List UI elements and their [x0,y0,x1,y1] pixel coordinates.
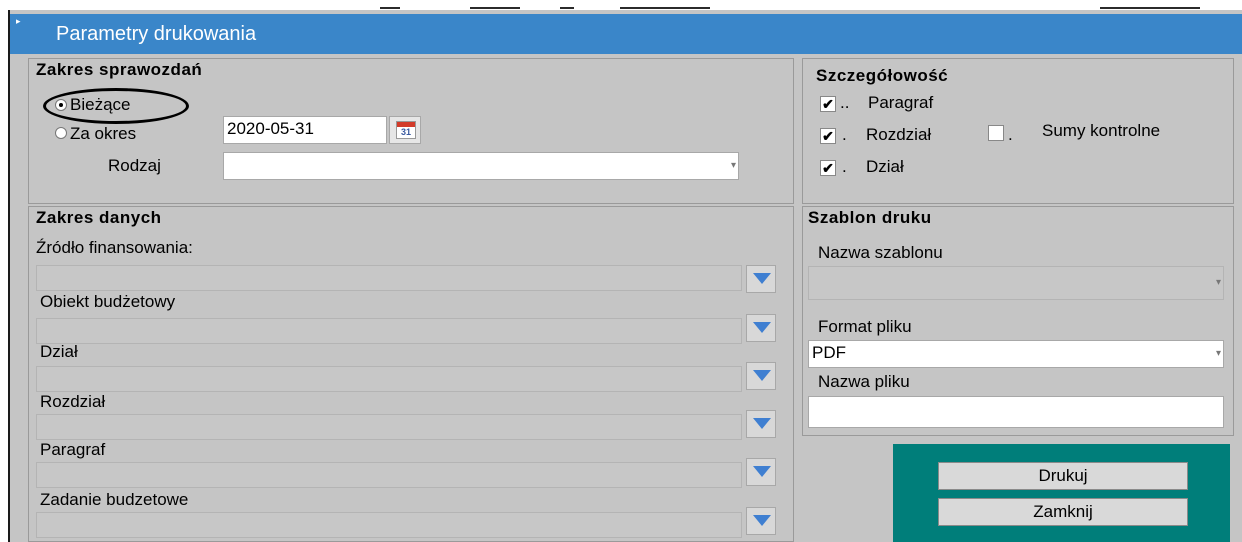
checkbox-sumy-dot: . [1008,125,1013,144]
zadanie-budzetowe-input[interactable] [36,512,742,538]
zrodlo-finansowania-dropdown[interactable] [746,265,776,293]
format-pliku-label: Format pliku [818,317,912,336]
nazwa-szablonu-combobox[interactable]: ▾ [808,266,1224,300]
paragraf-label: Paragraf [40,440,106,459]
triangle-down-icon [753,370,771,381]
checkbox-paragraf-label[interactable]: Paragraf [868,93,933,113]
date-input-value: 2020-05-31 [227,119,314,138]
paragraf-input[interactable] [36,462,742,488]
checkbox-sumy-kontrolne-label[interactable]: Sumy kontrolne [1042,121,1160,141]
checkbox-paragraf-dots: .. [840,93,850,112]
rozdzial-dropdown[interactable] [746,410,776,438]
obiekt-budzetowy-dropdown[interactable] [746,314,776,342]
szablon-druku-heading: Szablon druku [808,208,932,227]
calendar-button[interactable]: 31 [389,116,421,144]
zrodlo-finansowania-label: Źródło finansowania: [36,238,193,257]
checkbox-rozdzial-label[interactable]: Rozdział [866,125,931,145]
window-left-border [8,10,10,542]
checkbox-dzial-dot: . [842,157,847,176]
checkbox-dzial-label[interactable]: Dział [866,157,904,177]
rodzaj-label: Rodzaj [108,156,161,175]
triangle-down-icon [753,273,771,284]
format-pliku-combobox[interactable]: PDF ▾ [808,340,1224,368]
chevron-down-icon[interactable]: ▾ [731,154,736,178]
triangle-down-icon [753,466,771,477]
paragraf-dropdown[interactable] [746,458,776,486]
checkbox-rozdzial-dot: . [842,125,847,144]
title-bar[interactable]: ▸ Parametry drukowania [10,14,1242,54]
triangle-down-icon [753,515,771,526]
chevron-down-icon[interactable]: ▾ [1216,342,1221,366]
checkbox-paragraf[interactable]: ✔ [820,96,836,112]
radio-biezace-label[interactable]: Bieżące [70,95,130,115]
nazwa-pliku-input[interactable] [808,396,1224,428]
format-pliku-value: PDF [812,343,846,362]
dzial-dropdown[interactable] [746,362,776,390]
radio-za-okres-label[interactable]: Za okres [70,124,136,144]
chevron-down-icon[interactable]: ▾ [1216,271,1221,295]
window-title: Parametry drukowania [56,23,257,45]
calendar-icon: 31 [396,121,416,139]
zakres-sprawozdan-heading: Zakres sprawozdań [36,60,203,79]
radio-za-okres[interactable] [55,127,67,139]
zadanie-budzetowe-dropdown[interactable] [746,507,776,535]
triangle-down-icon [753,418,771,429]
zrodlo-finansowania-input[interactable] [36,265,742,291]
obiekt-budzetowy-label: Obiekt budżetowy [40,292,176,311]
checkbox-sumy-kontrolne[interactable] [988,125,1004,141]
dzial-label: Dział [40,342,78,361]
app-icon[interactable]: ▸ [16,16,26,26]
date-input[interactable]: 2020-05-31 [223,116,387,144]
triangle-down-icon [753,322,771,333]
close-button[interactable]: Zamknij [938,498,1188,526]
dzial-input[interactable] [36,366,742,392]
checkbox-rozdzial[interactable]: ✔ [820,128,836,144]
screen-top-edge [0,0,1242,10]
szczegolowosc-heading: Szczegółowość [816,66,949,85]
rodzaj-combobox[interactable]: ▾ [223,152,739,180]
zakres-danych-heading: Zakres danych [36,208,162,227]
radio-biezace[interactable] [55,99,67,111]
obiekt-budzetowy-input[interactable] [36,318,742,344]
nazwa-pliku-label: Nazwa pliku [818,372,910,391]
print-button[interactable]: Drukuj [938,462,1188,490]
rozdzial-label: Rozdział [40,392,106,411]
zadanie-budzetowe-label: Zadanie budzetowe [40,490,189,509]
checkbox-dzial[interactable]: ✔ [820,160,836,176]
rozdzial-input[interactable] [36,414,742,440]
nazwa-szablonu-label: Nazwa szablonu [818,243,943,262]
action-panel [893,444,1230,542]
